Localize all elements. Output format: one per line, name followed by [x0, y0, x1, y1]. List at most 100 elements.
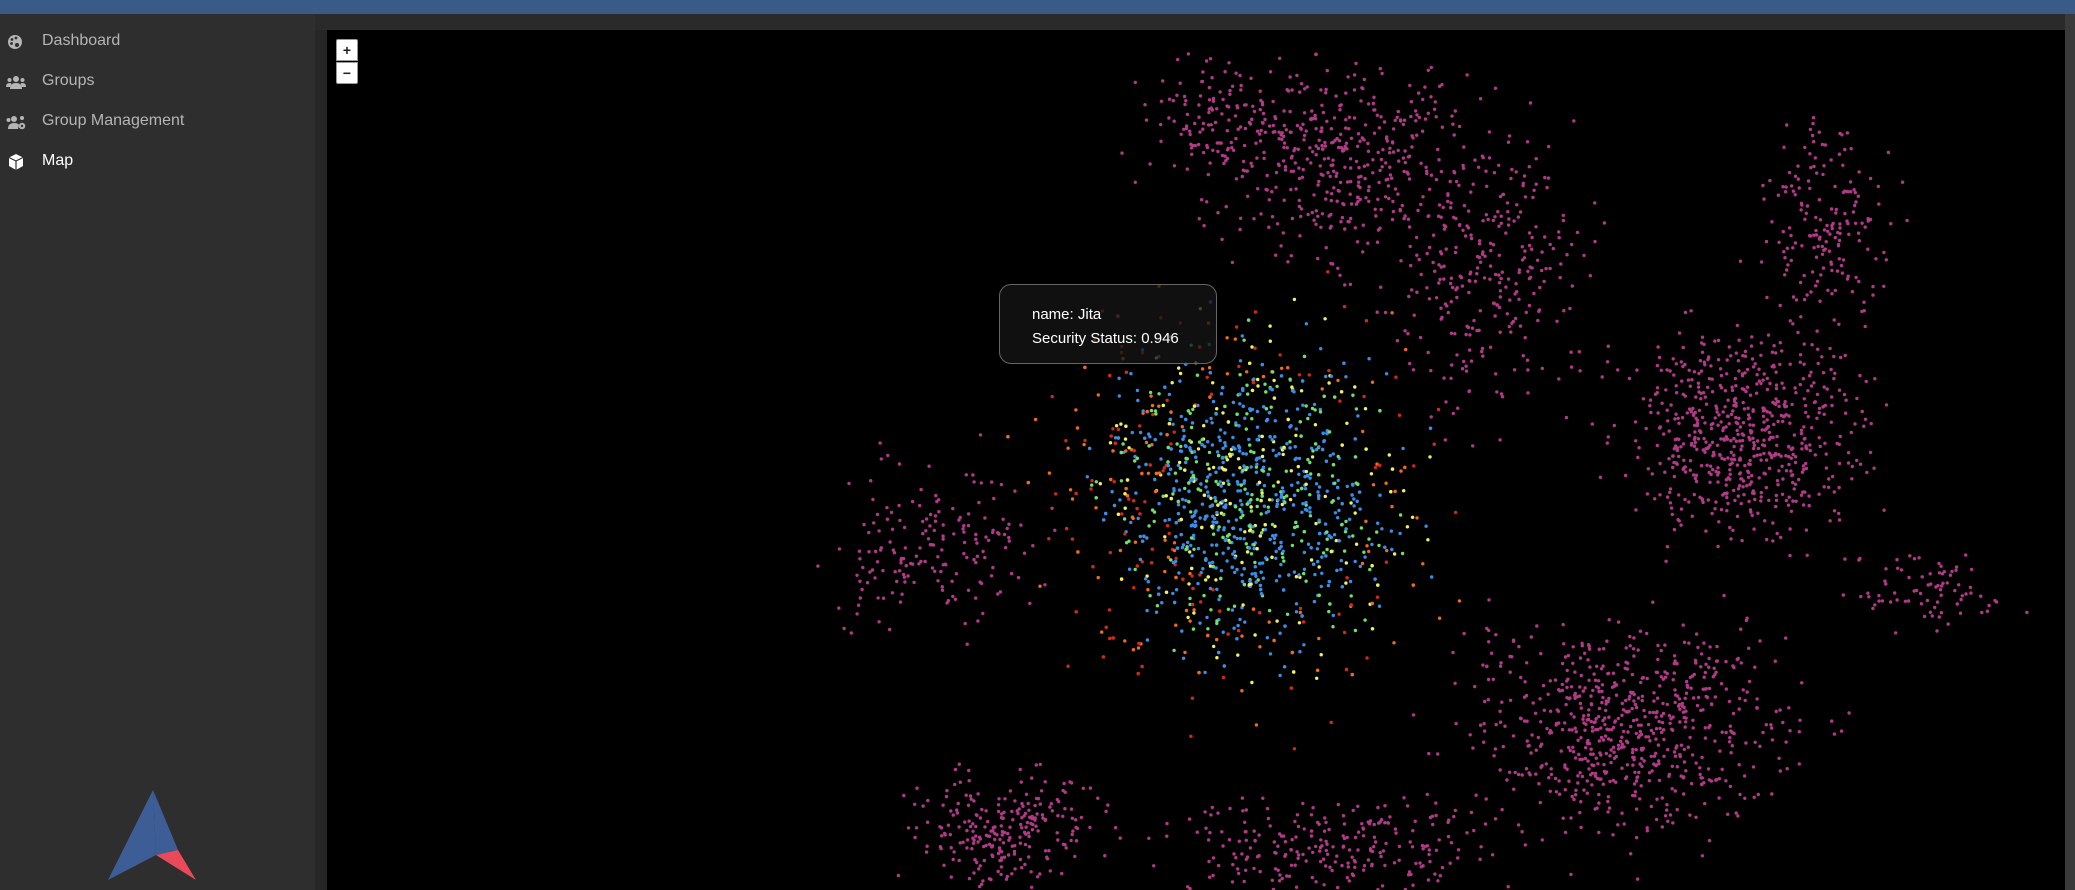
star-system[interactable] — [1635, 775, 1639, 780]
star-system[interactable] — [1338, 273, 1342, 277]
star-system[interactable] — [1310, 875, 1314, 880]
star-system[interactable] — [1109, 434, 1113, 438]
star-system[interactable] — [1855, 458, 1859, 463]
star-system[interactable] — [1863, 417, 1868, 421]
star-system[interactable] — [1616, 747, 1621, 751]
star-system[interactable] — [1763, 519, 1767, 523]
star-system[interactable] — [1582, 788, 1586, 792]
star-system[interactable] — [1837, 388, 1842, 392]
star-system[interactable] — [1336, 802, 1340, 807]
star-system[interactable] — [1394, 831, 1398, 835]
star-system[interactable] — [1250, 572, 1254, 576]
star-system[interactable] — [1285, 442, 1289, 446]
star-system[interactable] — [1298, 650, 1302, 654]
star-system[interactable] — [1235, 567, 1239, 572]
star-system[interactable] — [1663, 470, 1667, 474]
star-system[interactable] — [1302, 530, 1306, 534]
star-system[interactable] — [1165, 524, 1170, 528]
star-system[interactable] — [1703, 736, 1708, 740]
star-system[interactable] — [1043, 849, 1048, 853]
star-system[interactable] — [1452, 215, 1456, 220]
star-system[interactable] — [1234, 518, 1239, 522]
star-system[interactable] — [1244, 452, 1248, 456]
star-system[interactable] — [1290, 154, 1294, 158]
star-system[interactable] — [1573, 793, 1578, 797]
star-system[interactable] — [1183, 102, 1187, 107]
star-system[interactable] — [1512, 368, 1517, 372]
star-system[interactable] — [1421, 562, 1425, 566]
star-system[interactable] — [1094, 480, 1098, 484]
star-system[interactable] — [940, 588, 945, 592]
star-system[interactable] — [1588, 274, 1593, 278]
star-system[interactable] — [873, 576, 877, 580]
star-system[interactable] — [1702, 342, 1706, 347]
star-system[interactable] — [1750, 357, 1755, 361]
star-system[interactable] — [1362, 164, 1367, 168]
star-system[interactable] — [1664, 388, 1668, 392]
star-system[interactable] — [1190, 602, 1195, 607]
star-system[interactable] — [1487, 130, 1492, 134]
star-system[interactable] — [1785, 767, 1789, 771]
star-system[interactable] — [1350, 855, 1354, 859]
star-system[interactable] — [1505, 201, 1510, 205]
star-system[interactable] — [1114, 424, 1119, 428]
star-system[interactable] — [1540, 838, 1545, 842]
star-system[interactable] — [1612, 423, 1617, 428]
star-system[interactable] — [1314, 222, 1318, 226]
star-system[interactable] — [1187, 489, 1191, 493]
star-system[interactable] — [1666, 419, 1670, 423]
star-system[interactable] — [1737, 416, 1741, 420]
star-system[interactable] — [1196, 581, 1200, 586]
star-system[interactable] — [1231, 862, 1235, 867]
star-system[interactable] — [1244, 542, 1248, 546]
star-system[interactable] — [1330, 192, 1334, 196]
star-system[interactable] — [1632, 758, 1636, 762]
star-system[interactable] — [953, 597, 958, 601]
star-system[interactable] — [1257, 854, 1261, 858]
star-system[interactable] — [1324, 197, 1328, 201]
star-system[interactable] — [1411, 583, 1416, 587]
star-system[interactable] — [1652, 691, 1656, 695]
star-system[interactable] — [1600, 689, 1604, 694]
star-system[interactable] — [1805, 204, 1810, 208]
star-system[interactable] — [1596, 762, 1600, 766]
star-system[interactable] — [1209, 416, 1213, 421]
star-system[interactable] — [1283, 168, 1288, 172]
star-system[interactable] — [1585, 791, 1590, 795]
star-system[interactable] — [1210, 421, 1214, 425]
star-system[interactable] — [1437, 616, 1442, 620]
star-system[interactable] — [1019, 780, 1023, 784]
star-system[interactable] — [1813, 453, 1818, 457]
star-system[interactable] — [1091, 565, 1095, 569]
star-system[interactable] — [1282, 445, 1286, 449]
star-system[interactable] — [1698, 359, 1703, 363]
star-system[interactable] — [1235, 106, 1240, 110]
star-system[interactable] — [1184, 460, 1188, 465]
star-system[interactable] — [1485, 184, 1489, 188]
star-system[interactable] — [1254, 580, 1258, 584]
star-system[interactable] — [1750, 473, 1754, 478]
star-system[interactable] — [1373, 577, 1377, 581]
star-system[interactable] — [1001, 841, 1006, 845]
star-system[interactable] — [1275, 619, 1279, 623]
star-system[interactable] — [1604, 751, 1609, 756]
star-system[interactable] — [1255, 547, 1259, 551]
star-system[interactable] — [1544, 266, 1548, 271]
star-system[interactable] — [1262, 150, 1266, 155]
star-system[interactable] — [1781, 477, 1785, 481]
star-system[interactable] — [952, 532, 956, 536]
star-system[interactable] — [1487, 628, 1491, 633]
star-system[interactable] — [1462, 145, 1466, 149]
star-system[interactable] — [1843, 353, 1847, 358]
star-system[interactable] — [1809, 370, 1813, 374]
star-system[interactable] — [1182, 505, 1186, 509]
star-system[interactable] — [1541, 683, 1546, 688]
star-system[interactable] — [1344, 519, 1348, 524]
star-system[interactable] — [885, 506, 889, 510]
star-system[interactable] — [1355, 499, 1359, 503]
star-system[interactable] — [1526, 391, 1530, 395]
star-system[interactable] — [1347, 879, 1351, 883]
star-system[interactable] — [1174, 575, 1178, 580]
star-system[interactable] — [1908, 554, 1912, 558]
star-system[interactable] — [1844, 398, 1848, 402]
